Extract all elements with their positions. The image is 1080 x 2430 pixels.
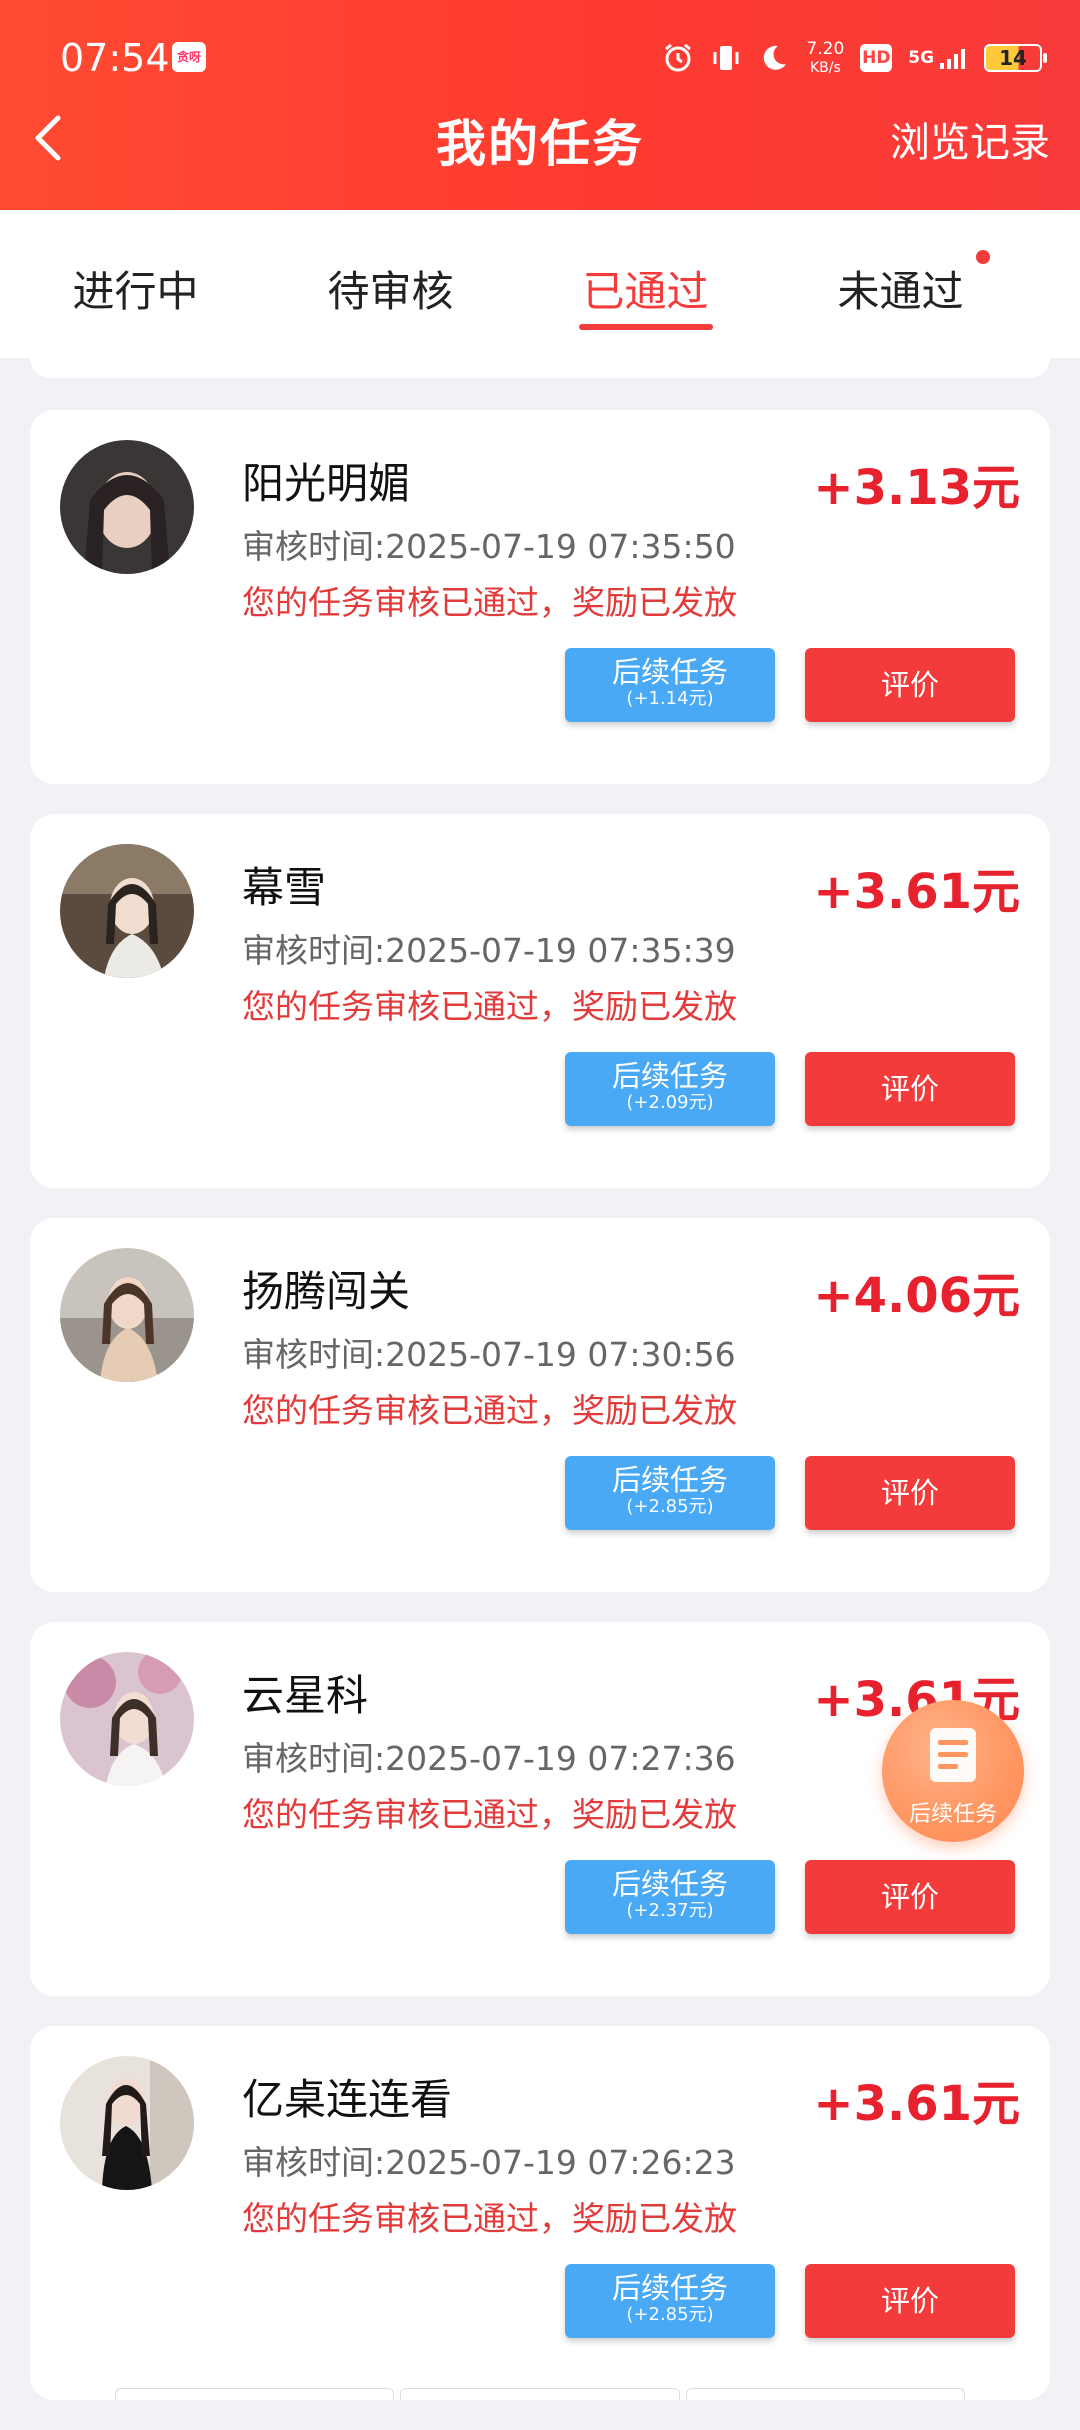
task-name: 扬腾闯关	[242, 1267, 411, 1316]
task-name: 亿桌连连看	[242, 2075, 453, 2124]
tab-label: 已通过	[582, 267, 709, 316]
tab-in-progress[interactable]: 进行中	[8, 210, 263, 358]
rate-button[interactable]: 评价	[805, 648, 1015, 722]
tab-approved[interactable]: 已通过	[518, 210, 773, 358]
status-time: 07:54	[60, 36, 170, 80]
task-status-tabs: 进行中 待审核 已通过 未通过	[0, 210, 1080, 358]
follow-up-task-button[interactable]: 后续任务 (+2.09元)	[565, 1052, 775, 1126]
follow-up-label: 后续任务	[611, 1059, 728, 1093]
notification-dot	[976, 250, 990, 264]
tab-label: 进行中	[72, 267, 199, 316]
hd-voice-icon: HD	[860, 44, 893, 72]
active-tab-indicator	[578, 324, 713, 330]
tab-pending-review[interactable]: 待审核	[263, 210, 518, 358]
network-speed: 7.20 KB/s	[806, 40, 844, 77]
tab-rejected[interactable]: 未通过	[773, 210, 1028, 358]
bottom-edge-tabs	[115, 2388, 965, 2400]
review-status-message: 您的任务审核已通过，奖励已发放	[242, 1795, 737, 1834]
reward-amount: +3.61元	[813, 2076, 1020, 2132]
review-status-message: 您的任务审核已通过，奖励已发放	[242, 1391, 737, 1430]
task-list: 阳光明媚 +3.13元 审核时间:2025-07-19 07:35:50 您的任…	[30, 410, 1050, 2430]
avatar	[60, 1652, 194, 1786]
rate-button[interactable]: 评价	[805, 1052, 1015, 1126]
bottom-tab-edge	[115, 2388, 395, 2400]
status-bar: 07:54 贪呀 7.20 KB/s HD 5G 14	[0, 0, 1080, 110]
reward-amount: +3.13元	[813, 460, 1020, 516]
follow-up-label: 后续任务	[611, 1463, 728, 1497]
follow-up-task-button[interactable]: 后续任务 (+2.85元)	[565, 1456, 775, 1530]
floating-button-label: 后续任务	[908, 1802, 997, 1827]
tab-label: 待审核	[327, 267, 454, 316]
follow-up-label: 后续任务	[611, 2271, 728, 2305]
review-time: 审核时间:2025-07-19 07:30:56	[242, 1335, 736, 1374]
bottom-tab-edge	[685, 2388, 965, 2400]
battery-icon: 14	[984, 44, 1047, 72]
avatar	[60, 2056, 194, 2190]
previous-card-edge	[30, 358, 1050, 378]
status-icons: 7.20 KB/s HD 5G 14	[662, 36, 1047, 80]
follow-up-bonus: (+1.14元)	[626, 688, 714, 709]
document-list-icon	[930, 1728, 976, 1782]
review-status-message: 您的任务审核已通过，奖励已发放	[242, 583, 737, 622]
floating-follow-up-task-button[interactable]: 后续任务	[882, 1700, 1024, 1842]
rate-button[interactable]: 评价	[805, 1860, 1015, 1934]
follow-up-task-button[interactable]: 后续任务 (+2.37元)	[565, 1860, 775, 1934]
review-status-message: 您的任务审核已通过，奖励已发放	[242, 2199, 737, 2238]
do-not-disturb-moon-icon	[758, 42, 790, 74]
task-card[interactable]: 阳光明媚 +3.13元 审核时间:2025-07-19 07:35:50 您的任…	[30, 410, 1050, 784]
review-time: 审核时间:2025-07-19 07:35:39	[242, 931, 736, 970]
follow-up-bonus: (+2.37元)	[626, 1900, 714, 1921]
app-notification-icon: 贪呀	[172, 42, 206, 72]
review-time: 审核时间:2025-07-19 07:35:50	[242, 527, 736, 566]
task-name: 云星科	[242, 1671, 369, 1720]
follow-up-bonus: (+2.85元)	[626, 2304, 714, 2325]
tab-label: 未通过	[837, 267, 964, 316]
review-time: 审核时间:2025-07-19 07:27:36	[242, 1739, 736, 1778]
reward-amount: +4.06元	[813, 1268, 1020, 1324]
avatar	[60, 1248, 194, 1382]
review-status-message: 您的任务审核已通过，奖励已发放	[242, 987, 737, 1026]
reward-amount: +3.61元	[813, 864, 1020, 920]
browse-history-button[interactable]: 浏览记录	[890, 110, 1050, 168]
follow-up-bonus: (+2.85元)	[626, 1496, 714, 1517]
follow-up-bonus: (+2.09元)	[626, 1092, 714, 1113]
vibrate-icon	[710, 42, 742, 74]
avatar	[60, 440, 194, 574]
task-name: 阳光明媚	[242, 459, 411, 508]
task-name: 幕雪	[242, 863, 327, 912]
net-speed-unit: KB/s	[809, 59, 841, 76]
review-time: 审核时间:2025-07-19 07:26:23	[242, 2143, 736, 2182]
network-type: 5G	[908, 48, 935, 68]
task-card[interactable]: 幕雪 +3.61元 审核时间:2025-07-19 07:35:39 您的任务审…	[30, 814, 1050, 1188]
task-card[interactable]: 扬腾闯关 +4.06元 审核时间:2025-07-19 07:30:56 您的任…	[30, 1218, 1050, 1592]
follow-up-label: 后续任务	[611, 655, 728, 689]
follow-up-label: 后续任务	[611, 1867, 728, 1901]
follow-up-task-button[interactable]: 后续任务 (+2.85元)	[565, 2264, 775, 2338]
app-header: 07:54 贪呀 7.20 KB/s HD 5G 14 我的任务 浏览记录	[0, 0, 1080, 210]
bottom-tab-edge	[400, 2388, 680, 2400]
rate-button[interactable]: 评价	[805, 2264, 1015, 2338]
net-speed-value: 7.20	[806, 38, 845, 59]
signal-5g-icon: 5G	[908, 47, 968, 69]
follow-up-task-button[interactable]: 后续任务 (+1.14元)	[565, 648, 775, 722]
rate-button[interactable]: 评价	[805, 1456, 1015, 1530]
avatar	[60, 844, 194, 978]
alarm-icon	[662, 42, 694, 74]
task-card[interactable]: 亿桌连连看 +3.61元 审核时间:2025-07-19 07:26:23 您的…	[30, 2026, 1050, 2400]
